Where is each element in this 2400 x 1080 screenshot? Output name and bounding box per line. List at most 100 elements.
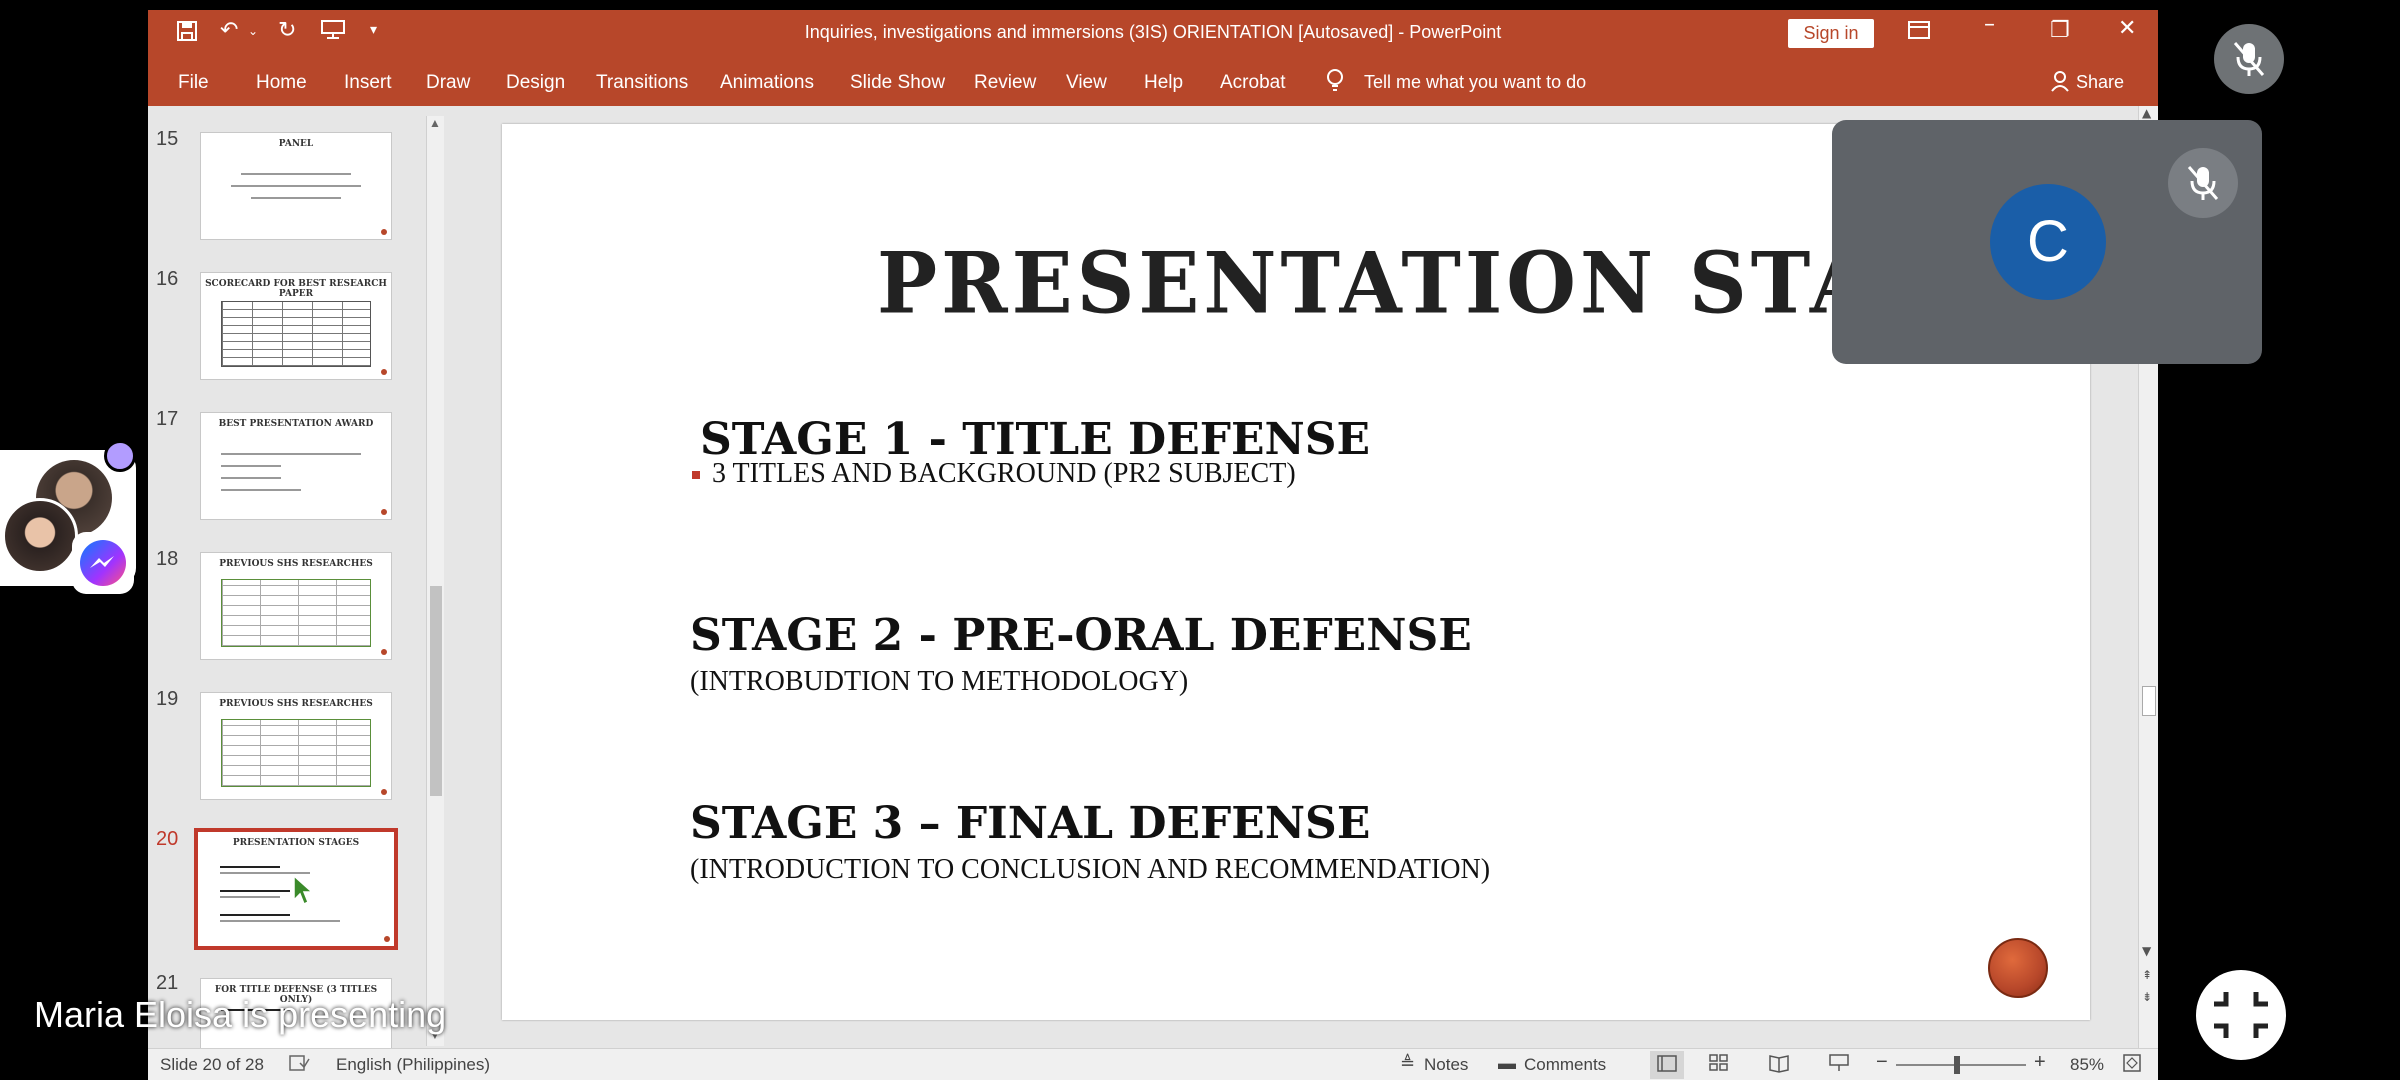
thumbnail-text-line	[220, 866, 280, 868]
thumbnail-text-line	[241, 173, 351, 175]
thumbnail-title: PANEL	[278, 139, 314, 149]
title-bar: ↶ ⌄ ↻ ▾ Inquiries, investigations and im…	[148, 10, 2158, 58]
notes-icon[interactable]: ≜	[1400, 1053, 1415, 1074]
thumbnail-logo	[384, 936, 390, 942]
tab-slide-show[interactable]: Slide Show	[850, 72, 945, 94]
comments-icon[interactable]: ▬	[1498, 1053, 1516, 1074]
lightbulb-icon	[1326, 68, 1344, 98]
thumbnail-text-line	[251, 197, 341, 199]
close-icon[interactable]: ✕	[2118, 16, 2136, 41]
tab-animations[interactable]: Animations	[720, 72, 814, 94]
next-slide-icon[interactable]: ⇟	[2142, 990, 2152, 1004]
thumbnail-logo	[381, 509, 387, 515]
thumbnail-text-line	[231, 185, 361, 187]
thumbnail-slide-18[interactable]: PREVIOUS SHS RESEARCHES	[200, 552, 392, 660]
reading-view-icon[interactable]	[1768, 1053, 1790, 1078]
chat-avatar	[2, 498, 78, 574]
thumbnail-title: PREVIOUS SHS RESEARCHES	[219, 699, 373, 709]
thumbnail-slide-16[interactable]: SCORECARD FOR BEST RESEARCH PAPER	[200, 272, 392, 380]
slide-show-view-icon[interactable]	[1828, 1053, 1850, 1078]
stage-3-heading: STAGE 3 – FINAL DEFENSE	[690, 798, 1371, 849]
thumbnail-title: PRESENTATION STAGES	[232, 838, 360, 848]
thumbnail-table	[221, 301, 371, 367]
tab-help[interactable]: Help	[1144, 72, 1183, 94]
ribbon-tabs: File Home Insert Draw Design Transitions…	[148, 58, 2158, 106]
thumbnail-slide-17[interactable]: BEST PRESENTATION AWARD	[200, 412, 392, 520]
thumbnail-number: 17	[156, 408, 179, 430]
thumbnail-logo	[381, 229, 387, 235]
thumbnail-number: 20	[156, 828, 179, 850]
mouse-cursor-icon	[292, 874, 314, 913]
thumbnail-number: 19	[156, 688, 179, 710]
avatar: C	[1990, 184, 2106, 300]
scrollbar-thumb[interactable]	[430, 586, 442, 796]
comments-button[interactable]: Comments	[1524, 1055, 1606, 1075]
sign-in-button[interactable]: Sign in	[1788, 19, 1874, 48]
tab-file[interactable]: File	[178, 72, 209, 94]
scroll-up-icon[interactable]: ▲	[429, 116, 441, 130]
person-icon	[2050, 70, 2070, 97]
thumbnail-text-line	[221, 489, 301, 491]
scrollbar-thumb[interactable]	[2142, 686, 2156, 716]
restore-icon[interactable]: ❐	[2050, 18, 2070, 43]
slide-sorter-icon[interactable]	[1708, 1053, 1730, 1078]
tab-acrobat[interactable]: Acrobat	[1220, 72, 1285, 94]
zoom-out-icon[interactable]: −	[1876, 1051, 1888, 1074]
spellcheck-icon[interactable]	[288, 1053, 310, 1078]
thumbnail-logo	[381, 789, 387, 795]
stage-2-subtitle: (INTROBUDTION TO METHODOLOGY)	[690, 666, 1189, 697]
scroll-down-icon[interactable]: ▼	[2142, 944, 2151, 958]
messenger-logo	[80, 540, 126, 586]
chat-notification-dot	[104, 440, 136, 472]
participant-mic-muted	[2168, 148, 2238, 218]
stage-1-bullet: 3 TITLES AND BACKGROUND (PR2 SUBJECT)	[712, 458, 1296, 489]
previous-slide-icon[interactable]: ⇞	[2142, 968, 2152, 982]
bullet-icon	[692, 471, 700, 479]
thumbnail-title: PREVIOUS SHS RESEARCHES	[219, 559, 373, 569]
zoom-in-icon[interactable]: +	[2034, 1051, 2046, 1074]
language-indicator[interactable]: English (Philippines)	[336, 1055, 490, 1075]
minimize-icon[interactable]: –	[1984, 12, 1995, 37]
tab-draw[interactable]: Draw	[426, 72, 470, 94]
fit-to-window-icon[interactable]	[2122, 1053, 2142, 1078]
thumbnail-title: SCORECARD FOR BEST RESEARCH PAPER	[205, 279, 387, 299]
zoom-level[interactable]: 85%	[2070, 1055, 2104, 1075]
thumbnail-logo	[381, 369, 387, 375]
thumbnail-table	[221, 719, 371, 787]
school-seal-logo	[1988, 938, 2048, 998]
thumbnail-number: 18	[156, 548, 179, 570]
thumbnail-text-line	[221, 465, 281, 467]
thumbnail-text-line	[221, 477, 281, 479]
thumbnail-slide-19[interactable]: PREVIOUS SHS RESEARCHES	[200, 692, 392, 800]
ribbon-display-options-icon[interactable]	[1908, 20, 1930, 45]
slide-counter: Slide 20 of 28	[160, 1055, 264, 1074]
messenger-icon	[72, 532, 134, 594]
thumbnail-text-line	[220, 920, 340, 922]
scroll-up-icon[interactable]: ▲	[2142, 106, 2151, 120]
notes-button[interactable]: Notes	[1424, 1055, 1468, 1075]
participant-tile[interactable]: C	[1832, 120, 2262, 364]
share-button[interactable]: Share	[2076, 72, 2124, 93]
zoom-slider-track[interactable]	[1896, 1064, 2026, 1066]
tell-me-search[interactable]: Tell me what you want to do	[1364, 72, 1586, 93]
tab-insert[interactable]: Insert	[344, 72, 392, 94]
mic-off-icon	[2233, 42, 2265, 76]
thumbnail-text-line	[220, 914, 290, 916]
thumbnail-number: 15	[156, 128, 179, 150]
tab-home[interactable]: Home	[256, 72, 307, 94]
thumbnail-table	[221, 579, 371, 647]
tab-transitions[interactable]: Transitions	[596, 72, 688, 94]
exit-fullscreen-button[interactable]	[2196, 970, 2286, 1060]
tab-design[interactable]: Design	[506, 72, 565, 94]
thumbnail-scrollbar[interactable]: ▲ ▼	[426, 116, 444, 1046]
thumbnail-title: BEST PRESENTATION AWARD	[218, 419, 374, 429]
collapse-icon	[2214, 992, 2268, 1038]
mic-muted-button[interactable]	[2214, 24, 2284, 94]
tab-view[interactable]: View	[1066, 72, 1107, 94]
zoom-slider-handle[interactable]	[1954, 1056, 1960, 1074]
thumbnail-number: 21	[156, 972, 179, 994]
thumbnail-slide-15[interactable]: PANEL	[200, 132, 392, 240]
stage-2-heading: STAGE 2 - PRE-ORAL DEFENSE	[690, 610, 1472, 661]
normal-view-icon[interactable]	[1650, 1051, 1684, 1079]
tab-review[interactable]: Review	[974, 72, 1036, 94]
